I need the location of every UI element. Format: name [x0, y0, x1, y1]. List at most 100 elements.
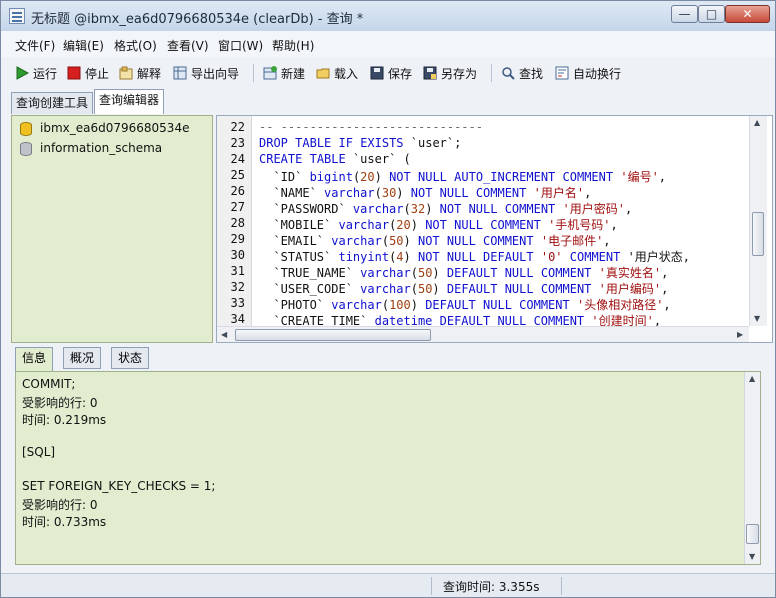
toolbar-separator	[253, 64, 254, 82]
play-icon	[15, 66, 30, 80]
explain-label: 解释	[137, 66, 162, 81]
code-line[interactable]: DROP TABLE IF EXISTS `user`;	[259, 136, 461, 150]
line-number: 30	[230, 248, 245, 262]
code-line[interactable]: `STATUS` tinyint(4) NOT NULL DEFAULT '0'…	[259, 248, 690, 265]
tab-overview[interactable]: 概况	[63, 347, 102, 369]
menu-help[interactable]: 帮助(H)	[272, 37, 314, 54]
tab-status[interactable]: 状态	[111, 347, 150, 369]
save-button[interactable]: 保存	[370, 64, 412, 82]
save-as-button[interactable]: 另存为	[423, 64, 477, 82]
menu-file[interactable]: 文件(F)	[15, 37, 55, 54]
scroll-down-icon[interactable]: ▼	[754, 314, 760, 323]
line-number: 27	[230, 200, 245, 214]
new-query-icon	[263, 66, 277, 80]
tab-query-builder[interactable]: 查询创建工具	[11, 92, 94, 114]
info-output[interactable]: COMMIT; 受影响的行: 0 时间: 0.219ms [SQL] SET F…	[15, 371, 761, 565]
tab-info[interactable]: 信息	[15, 347, 54, 371]
save-as-label: 另存为	[441, 66, 478, 81]
menu-format[interactable]: 格式(O)	[114, 37, 157, 54]
app-icon	[9, 8, 25, 24]
maximize-button[interactable]: □	[698, 5, 725, 23]
run-button[interactable]: 运行	[15, 64, 57, 82]
tree-item-information-schema[interactable]: information_schema	[20, 141, 162, 156]
menu-edit[interactable]: 编辑(E)	[63, 37, 104, 54]
database-icon	[20, 142, 32, 156]
line-number: 32	[230, 280, 245, 294]
line-number: 23	[230, 136, 245, 150]
code-line[interactable]: `TRUE_NAME` varchar(50) DEFAULT NULL COM…	[259, 264, 668, 281]
export-wizard-button[interactable]: 导出向导	[173, 64, 239, 82]
scroll-left-icon[interactable]: ◀	[221, 330, 227, 339]
find-label: 查找	[519, 66, 544, 81]
title-bar[interactable]: 无标题 @ibmx_ea6d0796680534e (clearDb) - 查询…	[1, 1, 775, 32]
status-separator	[431, 577, 432, 595]
menu-bar: 文件(F) 编辑(E) 格式(O) 查看(V) 窗口(W) 帮助(H)	[1, 31, 775, 57]
code-line[interactable]: `PASSWORD` varchar(32) NOT NULL COMMENT …	[259, 200, 632, 217]
line-number: 25	[230, 168, 245, 182]
code-line[interactable]: `MOBILE` varchar(20) NOT NULL COMMENT '手…	[259, 216, 617, 233]
info-vertical-scrollbar[interactable]: ▲ ▼	[744, 372, 760, 564]
new-label: 新建	[281, 66, 306, 81]
code-line[interactable]: `NAME` varchar(30) NOT NULL COMMENT '用户名…	[259, 184, 591, 201]
line-number: 34	[230, 312, 245, 326]
word-wrap-label: 自动换行	[573, 66, 622, 81]
line-number: 28	[230, 216, 245, 230]
scroll-up-icon[interactable]: ▲	[749, 374, 755, 383]
code-line[interactable]: `EMAIL` varchar(50) NOT NULL COMMENT '电子…	[259, 232, 610, 249]
code-line[interactable]: -- ----------------------------	[259, 120, 483, 134]
toolbar-separator	[491, 64, 492, 82]
menu-window[interactable]: 窗口(W)	[218, 37, 263, 54]
load-label: 载入	[334, 66, 359, 81]
query-time: 查询时间: 3.355s	[443, 580, 540, 594]
export-wizard-label: 导出向导	[191, 66, 240, 81]
status-bar: 查询时间: 3.355s	[1, 573, 775, 597]
word-wrap-icon	[555, 66, 569, 80]
tree-item-ibmx[interactable]: ibmx_ea6d0796680534e	[20, 121, 190, 136]
status-separator	[561, 577, 562, 595]
scroll-right-icon[interactable]: ▶	[737, 330, 743, 339]
main-window: 无标题 @ibmx_ea6d0796680534e (clearDb) - 查询…	[0, 0, 776, 598]
menu-view[interactable]: 查看(V)	[167, 37, 209, 54]
scroll-thumb[interactable]	[752, 212, 764, 256]
explain-icon	[119, 66, 133, 80]
info-line: 时间: 0.219ms	[22, 413, 107, 427]
word-wrap-button[interactable]: 自动换行	[555, 64, 621, 82]
scroll-down-icon[interactable]: ▼	[749, 552, 755, 561]
editor-vertical-scrollbar[interactable]: ▲ ▼	[749, 116, 767, 326]
line-number-gutter: 22 23 24 25 26 27 28 29 30 31 32 33 34	[217, 116, 252, 326]
tab-query-editor[interactable]: 查询编辑器	[94, 89, 165, 114]
stop-icon	[67, 66, 81, 80]
code-line[interactable]: CREATE TABLE `user` (	[259, 152, 411, 166]
info-line: SET FOREIGN_KEY_CHECKS = 1;	[22, 479, 216, 493]
code-line[interactable]: `ID` bigint(20) NOT NULL AUTO_INCREMENT …	[259, 168, 666, 185]
info-line: 受影响的行: 0	[22, 498, 98, 512]
stop-button[interactable]: 停止	[67, 64, 109, 82]
editor-horizontal-scrollbar[interactable]: ◀ ▶	[217, 326, 749, 342]
new-button[interactable]: 新建	[263, 64, 305, 82]
scroll-up-icon[interactable]: ▲	[754, 118, 760, 127]
stop-label: 停止	[85, 66, 110, 81]
line-number: 24	[230, 152, 245, 166]
line-number: 29	[230, 232, 245, 246]
code-line[interactable]: `USER_CODE` varchar(50) DEFAULT NULL COM…	[259, 280, 668, 297]
explain-button[interactable]: 解释	[119, 64, 161, 82]
save-as-icon	[423, 66, 437, 80]
load-button[interactable]: 载入	[316, 64, 358, 82]
close-button[interactable]: ✕	[725, 5, 770, 23]
run-label: 运行	[33, 66, 58, 81]
info-line: 时间: 0.733ms	[22, 515, 107, 529]
scroll-thumb[interactable]	[746, 524, 759, 544]
minimize-button[interactable]: —	[671, 5, 698, 23]
info-line: [SQL]	[22, 445, 56, 459]
query-tabs: 查询创建工具 查询编辑器	[1, 89, 775, 115]
folder-icon	[316, 66, 330, 80]
sql-editor[interactable]: 22 23 24 25 26 27 28 29 30 31 32 33 34 -…	[216, 115, 773, 343]
scroll-thumb[interactable]	[235, 329, 431, 341]
tree-item-label: ibmx_ea6d0796680534e	[40, 121, 190, 135]
find-button[interactable]: 查找	[501, 64, 543, 82]
code-line[interactable]: `PHOTO` varchar(100) DEFAULT NULL COMMEN…	[259, 296, 670, 313]
info-line: 受影响的行: 0	[22, 396, 98, 410]
magnifier-icon	[501, 66, 515, 80]
result-tabs: 信息 概况 状态	[11, 347, 771, 371]
database-tree: ibmx_ea6d0796680534e information_schema	[11, 115, 213, 343]
